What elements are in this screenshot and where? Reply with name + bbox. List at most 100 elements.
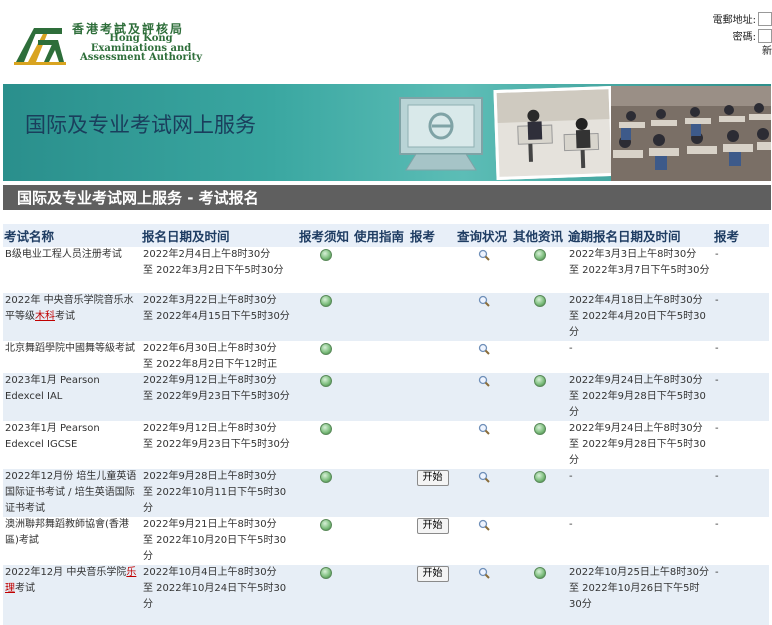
logo-english-name: Hong Kong Examinations and Assessment Au…: [80, 34, 202, 63]
status-cell: [456, 341, 512, 373]
globe-icon[interactable]: [533, 423, 546, 435]
globe-icon[interactable]: [319, 249, 332, 261]
start-apply-button[interactable]: 开始: [416, 470, 449, 486]
apply2-cell: -: [715, 519, 719, 530]
status-cell: [456, 293, 512, 341]
apply2-cell: -: [713, 373, 769, 421]
magnifier-icon[interactable]: [478, 567, 490, 579]
col-header-apply: 报考: [409, 224, 456, 247]
globe-icon[interactable]: [533, 471, 546, 483]
exam-name-part: 2022年12月 中央音乐学院: [5, 567, 127, 578]
apply-cell: [409, 247, 456, 293]
exam-name: 2023年1月 Pearson Edexcel IAL: [3, 373, 141, 421]
hkeaa-logo-icon: [14, 28, 66, 65]
info-cell: [512, 565, 567, 625]
exam-name-link[interactable]: 木科: [35, 311, 55, 322]
globe-icon[interactable]: [533, 375, 546, 387]
late-period: 2022年3月3日上午8时30分至 2022年3月7日下午5时30分: [567, 247, 713, 293]
reg-period: 2022年9月28日上午8时30分至 2022年10月11日下午5时30分: [141, 469, 298, 517]
password-row: 密碼:: [713, 27, 772, 44]
exam-name: 北京舞蹈學院中國舞等級考試: [5, 343, 135, 354]
magnifier-icon[interactable]: [478, 343, 490, 355]
notes-cell: [298, 247, 353, 293]
reg-start: 2022年10月4日上午8时30分: [143, 567, 277, 578]
hkeaa-logo[interactable]: 香港考試及評核局 Hong Kong Examinations and Asse…: [14, 18, 202, 68]
notes-cell: [298, 469, 353, 517]
info-cell: [512, 341, 567, 373]
globe-icon[interactable]: [319, 375, 332, 387]
info-cell: [512, 517, 567, 565]
magnifier-icon[interactable]: [478, 471, 490, 483]
reg-start: 2022年2月4日上午8时30分: [143, 249, 271, 260]
late-period: 2022年9月24日上午8时30分至 2022年9月28日下午5时30分: [567, 373, 713, 421]
late-start: 2022年9月24日上午8时30分: [569, 423, 703, 434]
late-end: 至 2022年10月26日下午5时30分: [569, 583, 700, 610]
table-row: 2022年12月份 培生儿童英语国际证书考试 / 培生英语国际证书考试 2022…: [3, 469, 769, 517]
table-header-row: 考试名称 报名日期及时间 报考须知 使用指南 报考 查询状况 其他资讯 逾期报名…: [3, 224, 769, 247]
reg-end: 至 2022年10月24日下午5时30分: [143, 583, 287, 610]
section-title: 国际及专业考试网上服务 - 考试报名: [3, 185, 771, 210]
start-apply-button[interactable]: 开始: [416, 518, 449, 534]
magnifier-icon[interactable]: [478, 295, 490, 307]
col-header-apply-2: 报考: [713, 224, 769, 247]
globe-icon[interactable]: [319, 471, 332, 483]
reg-end: 至 2022年8月2日下午12时正: [143, 359, 278, 370]
status-cell: [456, 469, 512, 517]
password-field[interactable]: [758, 28, 772, 43]
globe-icon[interactable]: [319, 519, 332, 531]
new-user-link[interactable]: 新: [713, 44, 772, 60]
guide-cell: [353, 247, 409, 293]
reg-start: 2022年6月30日上午8时30分: [143, 343, 277, 354]
exam-photo-individual: [493, 85, 615, 181]
reg-period: 2022年3月22日上午8时30分至 2022年4月15日下午5时30分: [141, 293, 298, 341]
reg-period: 2022年9月12日上午8时30分至 2022年9月23日下午5时30分: [141, 421, 298, 469]
guide-cell: [353, 517, 409, 565]
magnifier-icon[interactable]: [478, 249, 490, 261]
magnifier-icon[interactable]: [478, 423, 490, 435]
reg-period: 2022年2月4日上午8时30分至 2022年3月2日下午5时30分: [141, 247, 298, 293]
notes-cell: [298, 293, 353, 341]
status-cell: [456, 565, 512, 625]
globe-icon[interactable]: [319, 567, 332, 579]
late-start: 2022年4月18日上午8时30分: [569, 295, 703, 306]
start-apply-button[interactable]: 开始: [416, 566, 449, 582]
info-cell: [512, 247, 567, 293]
late-period: -: [567, 469, 713, 517]
apply2-cell: -: [713, 469, 769, 517]
info-cell: [512, 293, 567, 341]
status-cell: [456, 517, 512, 565]
globe-icon[interactable]: [319, 423, 332, 435]
notes-cell: [298, 373, 353, 421]
globe-icon[interactable]: [319, 343, 332, 355]
apply2-cell: -: [713, 565, 769, 625]
apply-cell: 开始: [409, 517, 456, 565]
exam-name: 2022年12月 中央音乐学院乐理考试: [3, 565, 141, 625]
reg-period: 2022年9月12日上午8时30分至 2022年9月23日下午5时30分: [141, 373, 298, 421]
guide-cell: [353, 341, 409, 373]
email-row: 電郵地址:: [713, 10, 772, 27]
globe-icon[interactable]: [319, 295, 332, 307]
apply2-cell: -: [715, 343, 719, 354]
col-header-status: 查询状况: [456, 224, 512, 247]
exam-name: 2022年12月份 培生儿童英语国际证书考试 / 培生英语国际证书考试: [3, 469, 141, 517]
late-end: 至 2022年9月28日下午5时30分: [569, 391, 706, 418]
apply-cell: [409, 421, 456, 469]
apply2-cell: -: [715, 249, 719, 260]
email-field[interactable]: [758, 11, 772, 26]
late-start: 2022年9月24日上午8时30分: [569, 375, 703, 386]
guide-cell: [353, 565, 409, 625]
globe-icon[interactable]: [533, 249, 546, 261]
exam-name-part: 考试: [55, 311, 75, 322]
email-label: 電郵地址:: [712, 15, 756, 26]
magnifier-icon[interactable]: [478, 375, 490, 387]
col-header-info: 其他资讯: [512, 224, 567, 247]
reg-end: 至 2022年4月15日下午5时30分: [143, 311, 290, 322]
globe-icon[interactable]: [533, 295, 546, 307]
exam-name-part: 考试: [15, 583, 35, 594]
reg-start: 2022年9月28日上午8时30分: [143, 471, 277, 482]
late-period: -: [569, 519, 573, 530]
apply-cell: 开始: [409, 469, 456, 517]
apply-cell: [409, 341, 456, 373]
magnifier-icon[interactable]: [478, 519, 490, 531]
globe-icon[interactable]: [533, 567, 546, 579]
